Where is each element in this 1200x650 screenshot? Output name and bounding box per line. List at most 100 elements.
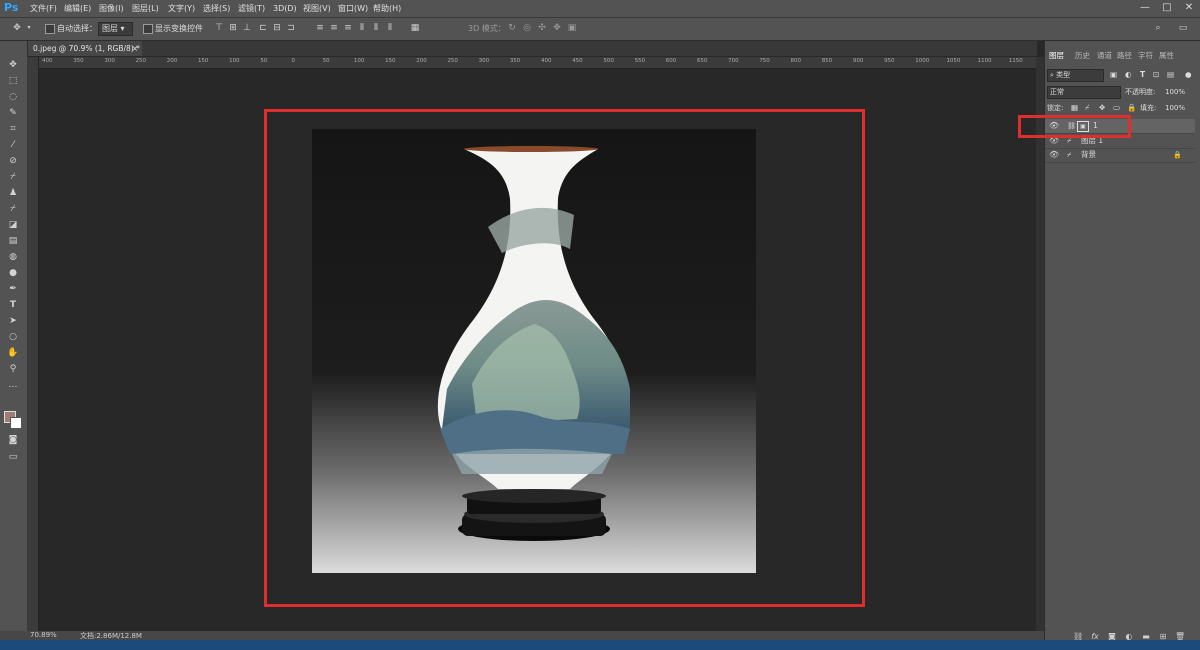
menu-view[interactable]: 视图(V) <box>303 3 331 14</box>
3d-roll-icon[interactable]: ◎ <box>522 23 532 33</box>
tab-channels[interactable]: 通道 <box>1097 50 1112 62</box>
auto-select-dropdown[interactable]: 图层 ▾ <box>98 22 133 36</box>
tab-character[interactable]: 字符 <box>1138 50 1153 62</box>
tab-history[interactable]: 历史 <box>1075 50 1090 62</box>
quick-select-tool-icon[interactable]: ✎ <box>7 107 19 119</box>
3d-drag-icon[interactable]: ✣ <box>537 23 547 33</box>
maximize-button[interactable]: □ <box>1160 2 1174 14</box>
lock-all-icon[interactable]: 🔒 <box>1127 101 1136 115</box>
auto-select-checkbox[interactable] <box>45 24 55 34</box>
type-filter-icon[interactable]: T <box>1140 68 1145 82</box>
windows-taskbar <box>0 640 1200 650</box>
search-icon[interactable]: ⌕ <box>1153 23 1163 33</box>
marquee-tool-icon[interactable]: ⬚ <box>7 75 19 87</box>
ruler-tick-label: 400 <box>42 58 53 64</box>
align-right-icon[interactable]: ⊐ <box>286 23 296 33</box>
distribute-right-icon[interactable]: ⦀ <box>385 23 395 33</box>
lock-pixels-icon[interactable]: ⌿ <box>1085 101 1090 115</box>
layer-name[interactable]: 背景 <box>1081 148 1096 162</box>
healing-brush-tool-icon[interactable]: ⊘ <box>7 155 19 167</box>
menu-filter[interactable]: 滤镜(T) <box>238 3 265 14</box>
3d-slide-icon[interactable]: ✥ <box>552 23 562 33</box>
lock-artboard-icon[interactable]: ▭ <box>1113 101 1120 115</box>
tab-properties[interactable]: 属性 <box>1159 50 1174 62</box>
distribute-top-icon[interactable]: ≡ <box>315 23 325 33</box>
path-select-tool-icon[interactable]: ➤ <box>7 315 19 327</box>
menu-help[interactable]: 帮助(H) <box>373 3 401 14</box>
ellipse-tool-icon[interactable]: ○ <box>7 331 19 343</box>
type-tool-icon[interactable]: T <box>7 299 19 311</box>
close-tab-icon[interactable]: × <box>132 41 138 56</box>
lock-position-icon[interactable]: ✥ <box>1099 101 1105 115</box>
blur-tool-icon[interactable]: ◍ <box>7 251 19 263</box>
filter-toggle-icon[interactable]: ● <box>1185 68 1192 82</box>
adjustment-filter-icon[interactable]: ◐ <box>1125 68 1132 82</box>
ruler-tick-label: 650 <box>696 58 708 64</box>
auto-align-icon[interactable]: ▦ <box>410 23 420 33</box>
gradient-tool-icon[interactable]: ▤ <box>7 235 19 247</box>
shape-filter-icon[interactable]: ⊡ <box>1153 68 1159 82</box>
distribute-left-icon[interactable]: ⦀ <box>357 23 367 33</box>
lock-transparent-icon[interactable]: ▦ <box>1071 101 1078 115</box>
quick-mask-icon[interactable]: ◙ <box>7 434 19 446</box>
blend-mode-dropdown[interactable]: 正常 <box>1047 86 1121 99</box>
menu-window[interactable]: 窗口(W) <box>338 3 368 14</box>
fill-value[interactable]: 100% <box>1165 101 1185 115</box>
move-tool-icon[interactable]: ✥ <box>7 59 19 71</box>
menu-select[interactable]: 选择(S) <box>203 3 230 14</box>
distribute-hcenter-icon[interactable]: ⦀ <box>371 23 381 33</box>
align-bottom-icon[interactable]: ⊥ <box>242 23 252 33</box>
distribute-vcenter-icon[interactable]: ≡ <box>329 23 339 33</box>
screen-mode-icon[interactable]: ▭ <box>7 451 19 463</box>
crop-tool-icon[interactable]: ⌗ <box>7 123 19 135</box>
smart-object-filter-icon[interactable]: ▤ <box>1167 68 1174 82</box>
history-brush-tool-icon[interactable]: ⌿ <box>7 203 19 215</box>
dodge-tool-icon[interactable]: ● <box>7 267 19 279</box>
zoom-tool-icon[interactable]: ⚲ <box>7 363 19 375</box>
minimize-button[interactable]: — <box>1138 2 1152 14</box>
zoom-level[interactable]: 70.89% <box>30 631 57 639</box>
menu-layer[interactable]: 图层(L) <box>132 3 159 14</box>
tab-layers[interactable]: 图层 <box>1049 50 1064 62</box>
eyedropper-tool-icon[interactable]: ⁄ <box>7 139 19 151</box>
more-tools-icon[interactable]: … <box>7 379 19 391</box>
image-filter-icon[interactable]: ▣ <box>1110 68 1117 82</box>
tab-paths[interactable]: 路径 <box>1117 50 1132 62</box>
layer-row[interactable]: 👁 ⌿ 背景 🔒 <box>1045 148 1195 163</box>
brush-tool-icon[interactable]: ⌿ <box>7 171 19 183</box>
clone-stamp-tool-icon[interactable]: ♟ <box>7 187 19 199</box>
move-tool-icon[interactable]: ✥ <box>12 23 22 33</box>
ruler-tick-label: 300 <box>104 58 115 64</box>
menu-3d[interactable]: 3D(D) <box>273 3 297 14</box>
3d-scale-icon[interactable]: ▣ <box>567 23 577 33</box>
menu-type[interactable]: 文字(Y) <box>168 3 195 14</box>
close-button[interactable]: ✕ <box>1182 2 1196 14</box>
layer-filter-value: 类型 <box>1056 71 1071 79</box>
workspace-icon[interactable]: ▭ <box>1178 23 1188 33</box>
menu-edit[interactable]: 编辑(E) <box>64 3 91 14</box>
eraser-tool-icon[interactable]: ◪ <box>7 219 19 231</box>
vertical-scrollbar[interactable] <box>1036 57 1044 631</box>
tool-preset-dropdown-icon[interactable]: ▾ <box>24 23 34 33</box>
align-left-icon[interactable]: ⊏ <box>258 23 268 33</box>
document-tab-title: 0.jpeg @ 70.9% (1, RGB/8) * <box>33 44 140 53</box>
lasso-tool-icon[interactable]: ◌ <box>7 91 19 103</box>
align-vcenter-icon[interactable]: ⊞ <box>228 23 238 33</box>
ruler-tick-label: 0 <box>291 58 296 64</box>
blend-mode-value: 正常 <box>1050 88 1064 96</box>
menu-image[interactable]: 图像(I) <box>99 3 124 14</box>
opacity-value[interactable]: 100% <box>1165 85 1185 99</box>
3d-rotate-icon[interactable]: ↻ <box>507 23 517 33</box>
align-hcenter-icon[interactable]: ⊟ <box>272 23 282 33</box>
background-color-swatch[interactable] <box>10 417 22 429</box>
menu-file[interactable]: 文件(F) <box>30 3 57 14</box>
document-tab[interactable]: 0.jpeg @ 70.9% (1, RGB/8) * × <box>27 41 142 56</box>
show-transform-checkbox[interactable] <box>143 24 153 34</box>
align-top-icon[interactable]: ⊤ <box>214 23 224 33</box>
layer-filter-dropdown[interactable]: ⌕ 类型 <box>1047 69 1104 82</box>
ruler-tick-label: 500 <box>603 58 614 64</box>
pen-tool-icon[interactable]: ✒ <box>7 283 19 295</box>
distribute-bottom-icon[interactable]: ≡ <box>343 23 353 33</box>
hand-tool-icon[interactable]: ✋ <box>7 347 19 359</box>
eye-icon[interactable]: 👁 <box>1049 148 1059 162</box>
